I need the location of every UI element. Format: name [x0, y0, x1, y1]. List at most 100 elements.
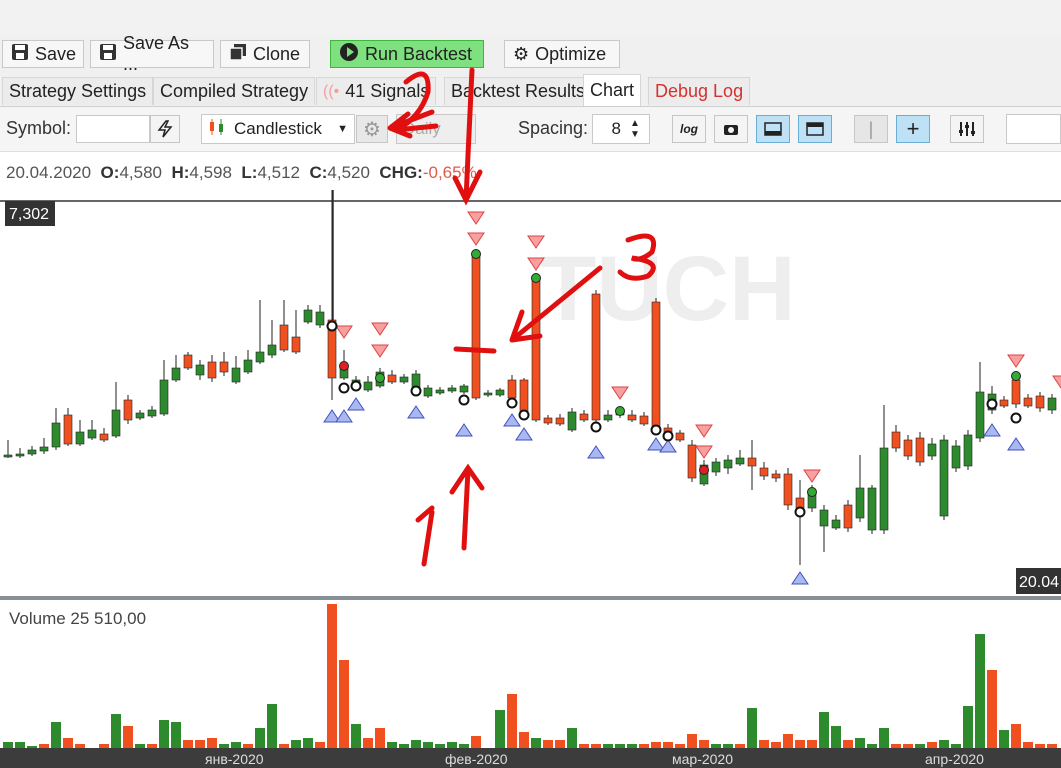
chart-settings-gear-icon[interactable]: ⚙	[356, 115, 388, 143]
tab-signals[interactable]: ((• 41 Signals	[316, 77, 437, 105]
buy-signal-marker	[659, 439, 677, 453]
volume-bar	[435, 744, 445, 748]
candle-body	[867, 487, 877, 531]
volume-bar	[363, 738, 373, 748]
chart-type-select[interactable]: Candlestick ▼	[201, 114, 355, 144]
bottom-panel-icon[interactable]	[756, 115, 790, 143]
volume-bar	[603, 744, 613, 748]
save-as-label: Save As ...	[123, 33, 190, 74]
lightning-icon[interactable]	[150, 115, 180, 143]
volume-bar	[759, 740, 769, 748]
exit-marker	[350, 380, 362, 392]
candle-body	[255, 351, 265, 363]
volume-bar	[207, 738, 217, 748]
candle-body	[411, 373, 421, 389]
volume-bar	[747, 708, 757, 748]
volume-bar	[591, 744, 601, 748]
candle-body	[915, 437, 925, 463]
volume-bar	[1035, 744, 1045, 748]
buy-signal-marker	[647, 437, 665, 451]
volume-bar	[555, 740, 565, 748]
candle-body	[807, 491, 817, 509]
candle-body	[279, 324, 289, 351]
sell-signal-marker	[467, 232, 485, 246]
candle-body	[1035, 395, 1045, 409]
volume-bar	[531, 738, 541, 748]
volume-bar	[927, 742, 937, 748]
candle-body	[315, 311, 325, 326]
sell-signal-marker	[371, 322, 389, 336]
volume-bar	[1023, 742, 1033, 748]
chart-type-value: Candlestick	[234, 119, 322, 138]
clone-button[interactable]: Clone	[220, 40, 310, 68]
month-label: мар-2020	[672, 751, 733, 767]
search-input[interactable]	[1006, 114, 1061, 144]
date-crosshair-label: 20.04	[1019, 574, 1059, 591]
timeframe-select[interactable]: Daily	[396, 114, 476, 144]
volume-bar	[447, 742, 457, 748]
play-icon	[339, 42, 359, 67]
vertical-line-icon[interactable]: |	[854, 115, 888, 143]
camera-icon[interactable]	[714, 115, 748, 143]
exit-marker	[458, 394, 470, 406]
candle-body	[99, 433, 109, 441]
volume-bar	[627, 744, 637, 748]
candle-body	[291, 336, 301, 353]
exit-marker	[326, 320, 338, 332]
close-label: C:	[309, 163, 328, 182]
save-icon	[11, 43, 29, 66]
pane-divider[interactable]	[0, 596, 1061, 600]
volume-bar	[423, 742, 433, 748]
save-icon	[99, 43, 117, 66]
sell-signal-marker	[467, 211, 485, 225]
crosshair-icon[interactable]: +	[896, 115, 930, 143]
open-value: 4,580	[119, 163, 162, 182]
candle-body	[639, 415, 649, 425]
top-panel-icon[interactable]	[798, 115, 832, 143]
tab-backtest-results[interactable]: Backtest Results	[444, 77, 593, 105]
candle-body	[855, 487, 865, 519]
candle-body	[363, 381, 373, 391]
buy-signal-marker	[983, 423, 1001, 437]
volume-bar	[243, 744, 253, 748]
save-button[interactable]: Save	[2, 40, 84, 68]
low-value: 4,512	[257, 163, 300, 182]
volume-layer	[3, 604, 1057, 748]
month-label: апр-2020	[925, 751, 984, 767]
candle-body	[675, 432, 685, 441]
log-scale-button[interactable]: log	[672, 115, 706, 143]
price-crosshair-badge	[5, 201, 55, 226]
tab-debug-log[interactable]: Debug Log	[648, 77, 751, 105]
volume-bar	[879, 728, 889, 748]
exit-marker	[986, 398, 998, 410]
tab-bar: Strategy Settings Compiled Strategy ((• …	[0, 74, 1061, 107]
candle-body	[591, 293, 601, 421]
optimize-button[interactable]: ⚙ Optimize	[504, 40, 620, 68]
volume-bar	[807, 740, 817, 748]
candle-body	[471, 254, 481, 399]
symbol-input[interactable]	[76, 115, 150, 143]
tab-compiled-strategy[interactable]: Compiled Strategy	[153, 77, 316, 105]
candle-body	[339, 364, 349, 379]
candle-body	[399, 376, 409, 383]
buy-signal-marker	[347, 397, 365, 411]
tab-chart[interactable]: Chart	[583, 74, 642, 106]
chart-options-bar: Symbol: Candlestick ▼ ⚙ Daily Spacing: 8…	[0, 107, 1061, 152]
volume-bar	[267, 704, 277, 748]
volume-bar	[99, 744, 109, 748]
volume-bar	[1011, 724, 1021, 748]
volume-bar	[231, 742, 241, 748]
tab-strategy-settings[interactable]: Strategy Settings	[2, 77, 154, 105]
candle-body	[747, 457, 757, 467]
candle-body	[963, 434, 973, 467]
volume-bar	[351, 724, 361, 748]
run-backtest-button[interactable]: Run Backtest	[330, 40, 484, 68]
volume-bar	[135, 744, 145, 748]
volume-bar	[843, 740, 853, 748]
volume-label: Volume 25 510,00	[9, 609, 146, 628]
indicators-sliders-icon[interactable]	[950, 115, 984, 143]
entry-marker	[471, 249, 481, 259]
price-crosshair-label: 7,302	[9, 206, 49, 223]
save-as-button[interactable]: Save As ...	[90, 33, 214, 74]
spacing-arrows-icon[interactable]: ▲ ▼	[622, 115, 648, 143]
